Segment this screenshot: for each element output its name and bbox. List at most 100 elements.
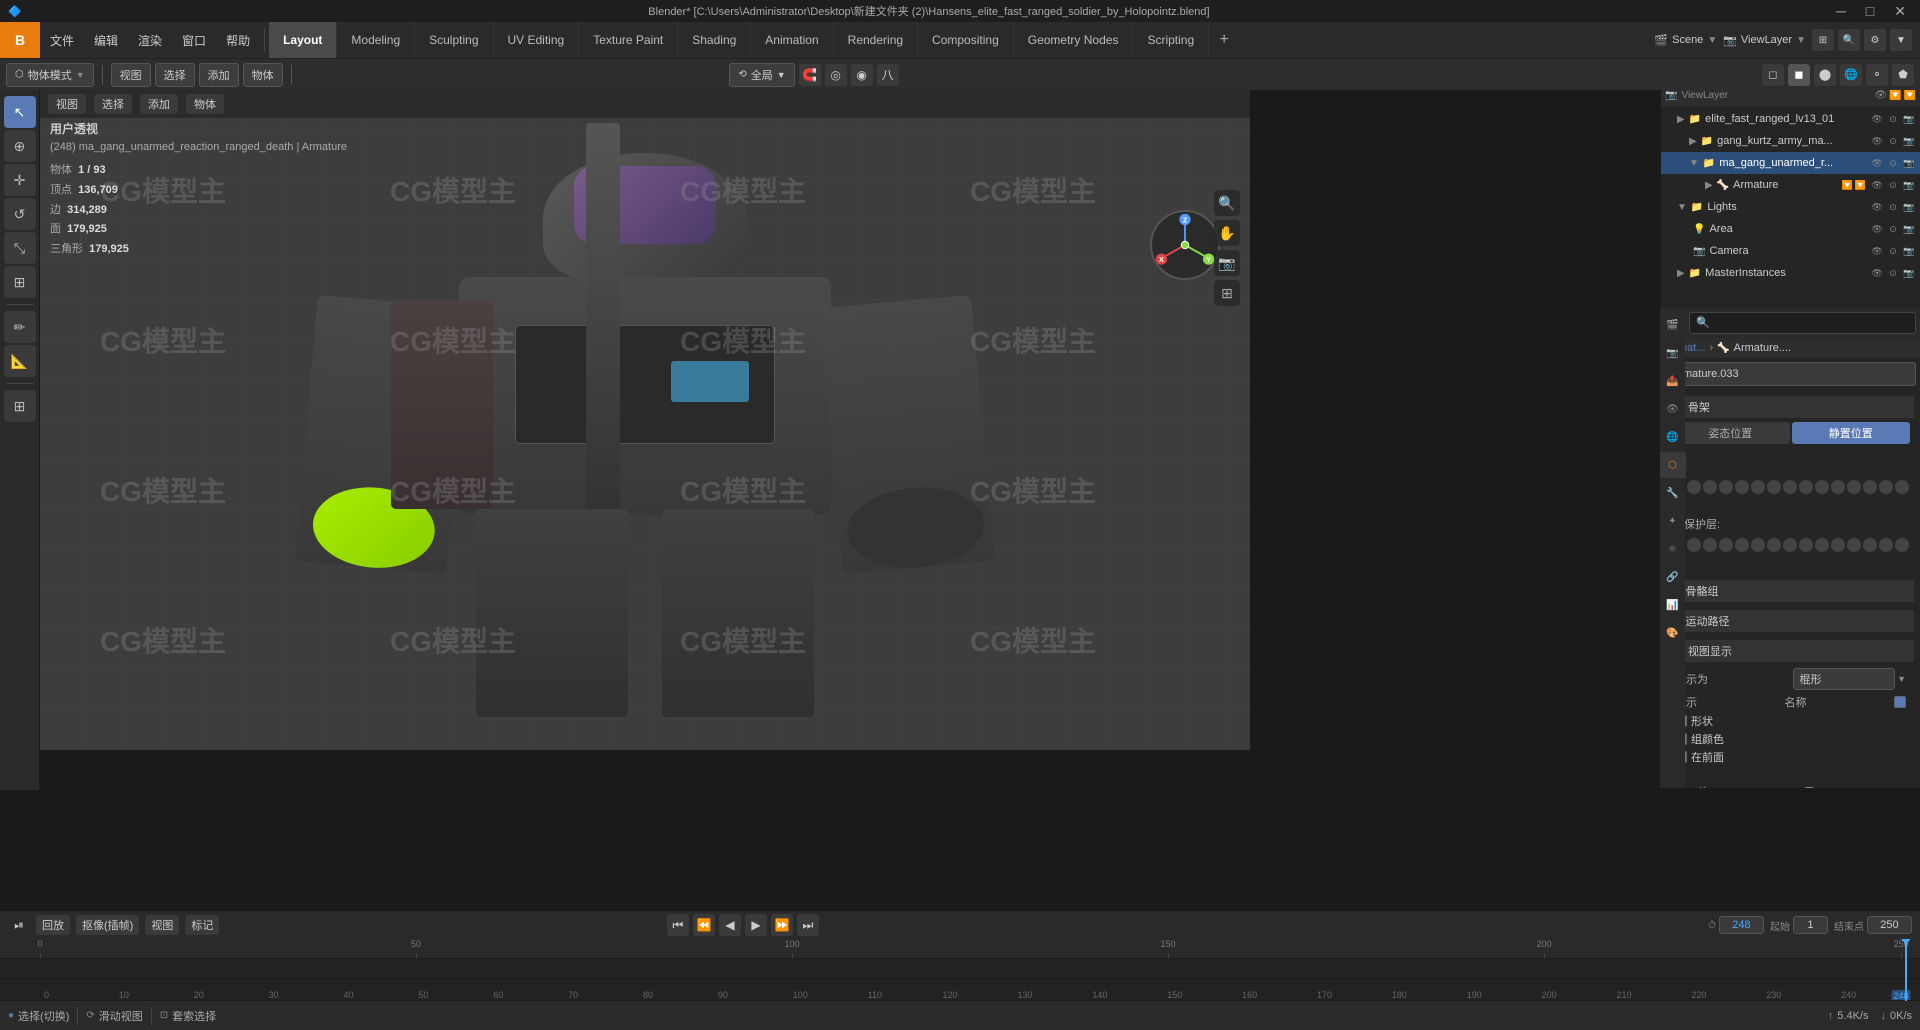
- transform-global[interactable]: ⟲ 全局 ▼: [729, 63, 794, 87]
- tab-uv-editing[interactable]: UV Editing: [494, 22, 580, 58]
- render-icon-1[interactable]: 📷: [1902, 134, 1916, 148]
- proportional-edit[interactable]: 八: [877, 64, 899, 86]
- vp-select-menu[interactable]: 选择: [94, 94, 132, 114]
- visibility-icon-1[interactable]: 👁: [1870, 134, 1884, 148]
- props-tab-rendersettings[interactable]: 📷: [1660, 340, 1686, 366]
- tab-shading[interactable]: Shading: [678, 22, 751, 58]
- props-tab-view[interactable]: 👁: [1660, 396, 1686, 422]
- props-tab-scene[interactable]: 🎬: [1660, 312, 1686, 338]
- vp-object-menu[interactable]: 物体: [186, 94, 224, 114]
- protect-dot-8[interactable]: [1799, 538, 1813, 552]
- layer-dot-1[interactable]: [1687, 480, 1701, 494]
- menu-render[interactable]: 渲染: [128, 22, 172, 58]
- selectable-icon-master[interactable]: ⊙: [1886, 266, 1900, 280]
- outliner-item-1[interactable]: ▶ 📁 gang_kurtz_army_ma... 👁 ⊙ 📷: [1661, 130, 1920, 152]
- hand-tool[interactable]: ✋: [1214, 220, 1240, 246]
- section-viewport-display-header[interactable]: ▼ 视图显示: [1667, 640, 1914, 662]
- visibility-icon-lights[interactable]: 👁: [1870, 200, 1884, 214]
- layer-dot-10[interactable]: [1831, 480, 1845, 494]
- add-workspace-button[interactable]: +: [1209, 22, 1239, 58]
- outliner-item-camera[interactable]: 📷 Camera 👁 ⊙ 📷: [1661, 240, 1920, 262]
- section-motion-paths-header[interactable]: ▶ 运动路径: [1667, 610, 1914, 632]
- current-frame-input[interactable]: 248: [1719, 916, 1764, 934]
- layout-view-tool[interactable]: ⊞: [1214, 280, 1240, 306]
- toolbar-icon-btn-3[interactable]: ⚙: [1864, 29, 1886, 51]
- layer-dot-14[interactable]: [1895, 480, 1909, 494]
- props-tab-constraints[interactable]: 🔗: [1660, 564, 1686, 590]
- section-skeleton-header[interactable]: ▼ 骨架: [1667, 396, 1914, 418]
- layer-dot-5[interactable]: [1751, 480, 1765, 494]
- jump-end-btn[interactable]: ⏭: [797, 914, 819, 936]
- selectable-icon-1[interactable]: ⊙: [1886, 134, 1900, 148]
- layer-dot-9[interactable]: [1815, 480, 1829, 494]
- outliner-item-area[interactable]: 💡 Area 👁 ⊙ 📷: [1661, 218, 1920, 240]
- protect-dot-1[interactable]: [1687, 538, 1701, 552]
- viewport-3d[interactable]: CG模型主 CG模型主 CG模型主 CG模型主 CG模型主 CG模型主 CG模型…: [40, 90, 1250, 750]
- tab-texture-paint[interactable]: Texture Paint: [579, 22, 678, 58]
- tl-view[interactable]: 视图: [145, 915, 179, 935]
- protect-dot-12[interactable]: [1863, 538, 1877, 552]
- props-tab-object[interactable]: ⬡: [1660, 452, 1686, 478]
- tool-rotate[interactable]: ↺: [4, 198, 36, 230]
- protect-dot-6[interactable]: [1767, 538, 1781, 552]
- visibility-icon-area[interactable]: 👁: [1870, 222, 1884, 236]
- display-name-checkbox[interactable]: [1894, 696, 1906, 708]
- visibility-icon-camera[interactable]: 👁: [1870, 244, 1884, 258]
- viewport-shading-material[interactable]: ⬤: [1814, 64, 1836, 86]
- tool-measure[interactable]: 📐: [4, 345, 36, 377]
- tool-add[interactable]: ⊞: [4, 390, 36, 422]
- protect-dot-11[interactable]: [1847, 538, 1861, 552]
- tool-scale[interactable]: ⤡: [4, 232, 36, 264]
- viewport-shading-solid[interactable]: ◼: [1788, 64, 1810, 86]
- mode-dropdown[interactable]: ⬡ 物体模式 ▼: [6, 63, 94, 87]
- pivot-btn[interactable]: ◎: [825, 64, 847, 86]
- tool-transform[interactable]: ⊞: [4, 266, 36, 298]
- layer-dot-12[interactable]: [1863, 480, 1877, 494]
- start-frame-input[interactable]: 1: [1793, 916, 1828, 934]
- visibility-icon-0[interactable]: 👁: [1870, 112, 1884, 126]
- layer-dot-13[interactable]: [1879, 480, 1893, 494]
- tab-animation[interactable]: Animation: [751, 22, 833, 58]
- view-layer-name[interactable]: ViewLayer: [1741, 34, 1792, 46]
- blender-logo[interactable]: B: [0, 22, 40, 58]
- selectable-icon-3[interactable]: ⊙: [1886, 178, 1900, 192]
- menu-window[interactable]: 窗口: [172, 22, 216, 58]
- protect-dot-14[interactable]: [1895, 538, 1909, 552]
- visibility-icon-3[interactable]: 👁: [1870, 178, 1884, 192]
- transform-individual[interactable]: ◉: [851, 64, 873, 86]
- select-menu[interactable]: 选择: [155, 63, 195, 87]
- protect-dot-10[interactable]: [1831, 538, 1845, 552]
- titlebar-controls[interactable]: ─ □ ✕: [1830, 3, 1912, 20]
- selectable-icon-area[interactable]: ⊙: [1886, 222, 1900, 236]
- layer-dot-2[interactable]: [1703, 480, 1717, 494]
- visibility-icon-2[interactable]: 👁: [1870, 156, 1884, 170]
- maximize-button[interactable]: □: [1860, 3, 1880, 19]
- toolbar-icon-btn-1[interactable]: ⊞: [1812, 29, 1834, 51]
- render-icon-camera[interactable]: 📷: [1902, 244, 1916, 258]
- rest-position-btn[interactable]: 静置位置: [1792, 422, 1911, 444]
- tool-cursor[interactable]: ⊕: [4, 130, 36, 162]
- outliner-item-lights[interactable]: ▼ 📁 Lights 👁 ⊙ 📷: [1661, 196, 1920, 218]
- layer-dot-11[interactable]: [1847, 480, 1861, 494]
- toolbar-icon-btn-2[interactable]: 🔍: [1838, 29, 1860, 51]
- protect-dot-2[interactable]: [1703, 538, 1717, 552]
- zoom-tool[interactable]: 🔍: [1214, 190, 1240, 216]
- render-icon-master[interactable]: 📷: [1902, 266, 1916, 280]
- render-icon-area[interactable]: 📷: [1902, 222, 1916, 236]
- jump-start-btn[interactable]: ⏮: [667, 914, 689, 936]
- props-tab-particles[interactable]: ✦: [1660, 508, 1686, 534]
- tl-keying[interactable]: 抠像(插帧): [76, 915, 139, 935]
- tl-markers[interactable]: 标记: [185, 915, 219, 935]
- step-forward-btn[interactable]: ⏩: [771, 914, 793, 936]
- object-menu[interactable]: 物体: [243, 63, 283, 87]
- protect-dot-13[interactable]: [1879, 538, 1893, 552]
- props-tab-data[interactable]: 📊: [1660, 592, 1686, 618]
- protect-dot-9[interactable]: [1815, 538, 1829, 552]
- end-frame-input[interactable]: 250: [1867, 916, 1912, 934]
- props-tab-output[interactable]: 📤: [1660, 368, 1686, 394]
- tl-playback[interactable]: 回放: [36, 915, 70, 935]
- layer-dot-7[interactable]: [1783, 480, 1797, 494]
- tab-modeling[interactable]: Modeling: [337, 22, 415, 58]
- outliner-item-2[interactable]: ▼ 📁 ma_gang_unarmed_r... 👁 ⊙ 📷: [1661, 152, 1920, 174]
- outliner-item-masterinstances[interactable]: ▶ 📁 MasterInstances 👁 ⊙ 📷: [1661, 262, 1920, 284]
